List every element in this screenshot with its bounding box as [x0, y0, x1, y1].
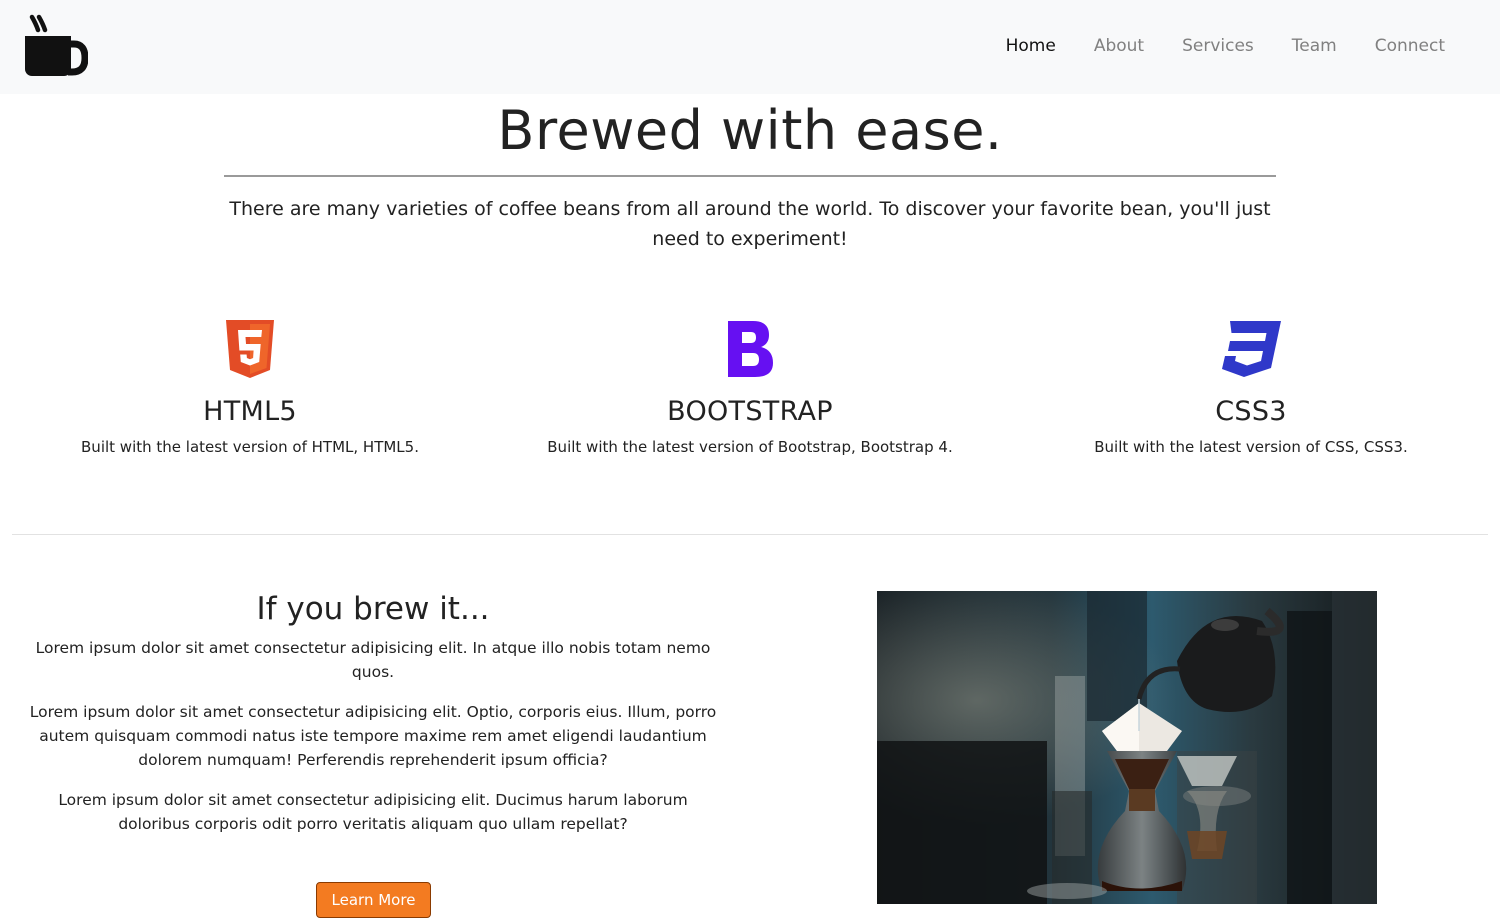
feature-bootstrap: BOOTSTRAP Built with the latest version … — [500, 318, 1000, 458]
nav-link-about[interactable]: About — [1094, 33, 1144, 59]
bootstrap-icon — [728, 321, 773, 377]
about-paragraph: Lorem ipsum dolor sit amet consectetur a… — [35, 639, 711, 681]
html5-icon — [226, 320, 274, 378]
feature-text: Built with the latest version of Bootstr… — [547, 438, 953, 456]
nav-link-home[interactable]: Home — [1006, 33, 1056, 59]
hero-title: Brewed with ease. — [497, 99, 1003, 162]
hero-divider — [224, 175, 1276, 177]
css3-icon — [1222, 321, 1281, 377]
nav-link-services[interactable]: Services — [1182, 33, 1254, 59]
feature-title: BOOTSTRAP — [667, 396, 833, 427]
feature-html5: HTML5 Built with the latest version of H… — [0, 318, 500, 458]
feature-text: Built with the latest version of HTML, H… — [81, 438, 419, 456]
about-title: If you brew it... — [256, 591, 490, 627]
section-divider — [12, 534, 1488, 535]
feature-text: Built with the latest version of CSS, CS… — [1094, 438, 1408, 456]
nav-link-team[interactable]: Team — [1292, 33, 1337, 59]
about-paragraph: Lorem ipsum dolor sit amet consectetur a… — [29, 703, 717, 769]
feature-title: CSS3 — [1215, 396, 1287, 427]
coffee-mug-icon[interactable] — [22, 14, 89, 78]
pour-over-coffee-photo — [877, 591, 1377, 904]
navbar: Home About Services Team Connect — [0, 0, 1500, 94]
learn-more-button[interactable]: Learn More — [316, 882, 431, 918]
feature-title: HTML5 — [203, 396, 297, 427]
feature-css3: CSS3 Built with the latest version of CS… — [1001, 318, 1500, 458]
about-paragraph: Lorem ipsum dolor sit amet consectetur a… — [58, 791, 688, 833]
about-text: Lorem ipsum dolor sit amet consectetur a… — [22, 636, 724, 852]
hero-subtitle: There are many varieties of coffee beans… — [229, 198, 1271, 250]
nav-links: Home About Services Team Connect — [968, 33, 1445, 59]
nav-link-connect[interactable]: Connect — [1375, 33, 1445, 59]
